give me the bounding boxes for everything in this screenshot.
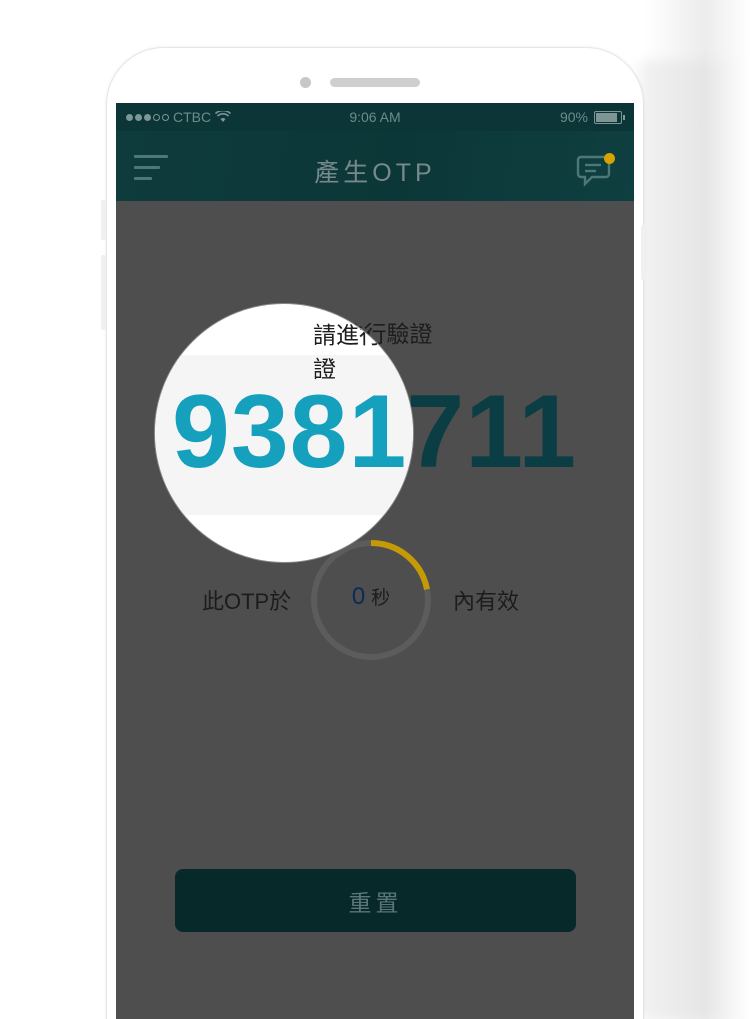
phone-shadow — [640, 60, 750, 1019]
phone-screen: CTBC 9:06 AM 90% 產生OTP 請進行驗證 請進行驗證 9381 … — [116, 103, 634, 1019]
battery-icon — [594, 110, 625, 124]
side-button — [101, 200, 106, 240]
timer-unit: 秒 — [371, 588, 391, 609]
timer-prefix: 此OTP於 — [202, 589, 292, 614]
timer-readout: 0秒 — [309, 583, 433, 611]
timer-suffix: 內有效 — [453, 589, 520, 614]
timer-seconds: 0 — [351, 583, 366, 610]
battery-percent: 90% — [559, 109, 588, 125]
front-camera — [300, 77, 311, 88]
notification-dot — [604, 153, 615, 164]
reset-button[interactable]: 重置 — [175, 869, 576, 932]
side-button — [641, 225, 647, 280]
status-right: 90% — [559, 109, 625, 125]
nav-bar: 產生OTP — [116, 131, 634, 201]
device-stage: CTBC 9:06 AM 90% 產生OTP 請進行驗證 請進行驗證 9381 … — [0, 0, 750, 1019]
side-button — [101, 255, 106, 330]
earpiece-speaker — [330, 78, 420, 87]
magnifier-lens: 請進行驗證 9381 — [154, 303, 414, 563]
status-time: 9:06 AM — [349, 109, 401, 125]
page-title: 產生OTP — [314, 159, 436, 187]
status-bar: CTBC 9:06 AM 90% — [116, 103, 634, 131]
otp-code-magnified: 9381 — [172, 374, 408, 490]
